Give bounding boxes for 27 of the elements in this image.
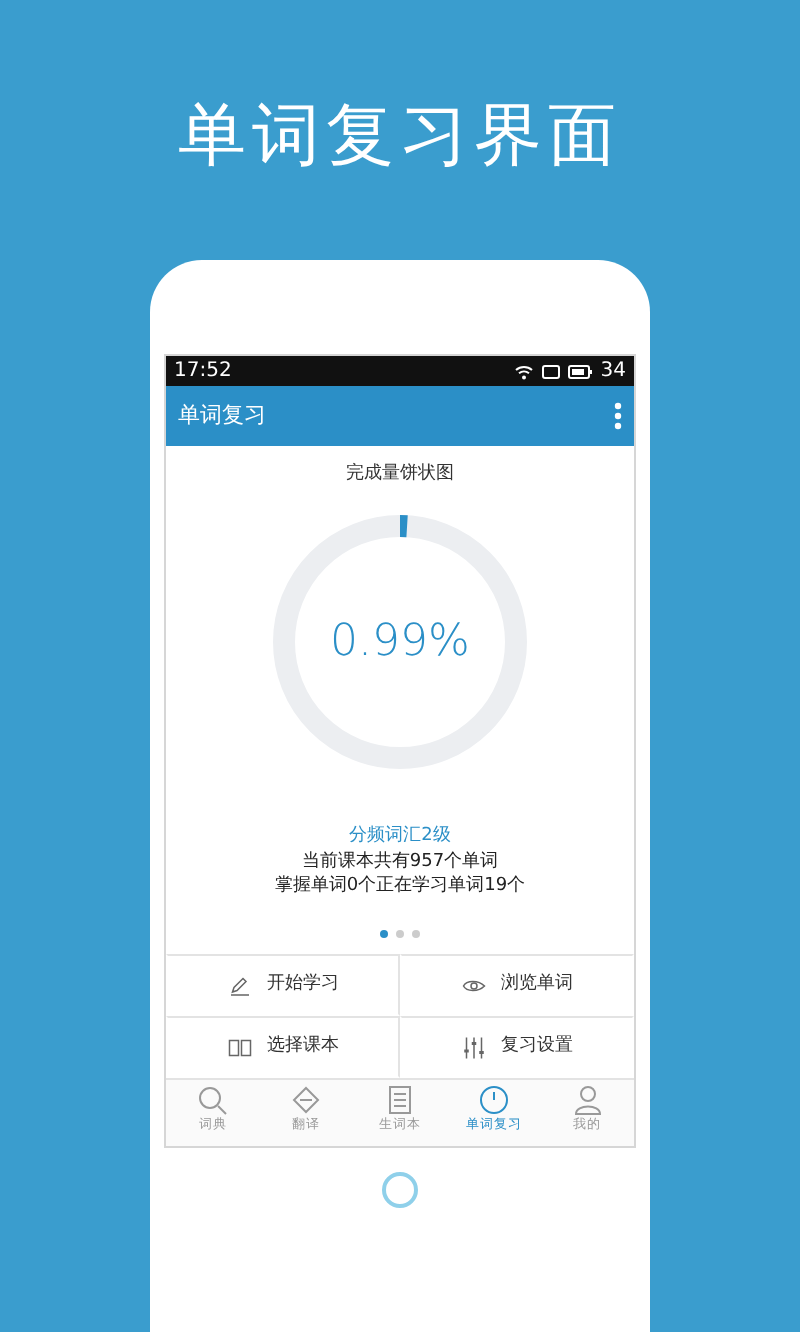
battery-icon <box>568 363 593 379</box>
action-button[interactable]: 开始学习 <box>166 954 400 1016</box>
home-button[interactable] <box>382 1172 418 1208</box>
headline: 单词复习界面 <box>176 94 624 180</box>
person-icon <box>571 1084 604 1116</box>
diamond-icon <box>290 1084 323 1116</box>
info-line: 掌握单词0个正在学习单词19个 <box>274 874 526 898</box>
info-line: 当前课本共有957个单词 <box>301 850 499 874</box>
wifi-icon <box>514 363 535 379</box>
more-menu-icon[interactable] <box>614 402 622 430</box>
page-indicator-dot[interactable] <box>412 930 420 938</box>
level-name: 分频词汇2级 <box>349 823 451 849</box>
pencil-icon <box>227 973 251 997</box>
page-indicator-dot[interactable] <box>396 930 404 938</box>
app-bar-title: 单词复习 <box>178 399 266 432</box>
clock-icon <box>477 1084 510 1116</box>
document-icon <box>383 1084 416 1116</box>
book-icon <box>227 1035 251 1059</box>
battery-level: 34 <box>600 358 626 386</box>
screen-icon <box>542 363 561 379</box>
page-indicator-dot[interactable] <box>380 930 388 938</box>
search-icon <box>196 1084 229 1116</box>
action-button[interactable]: 选择课本 <box>166 1016 400 1078</box>
chart-title: 完成量饼状图 <box>346 461 454 488</box>
completion-percentage: 0.99% <box>330 614 470 670</box>
sliders-icon <box>461 1035 485 1059</box>
status-time: 17:52 <box>174 358 232 386</box>
